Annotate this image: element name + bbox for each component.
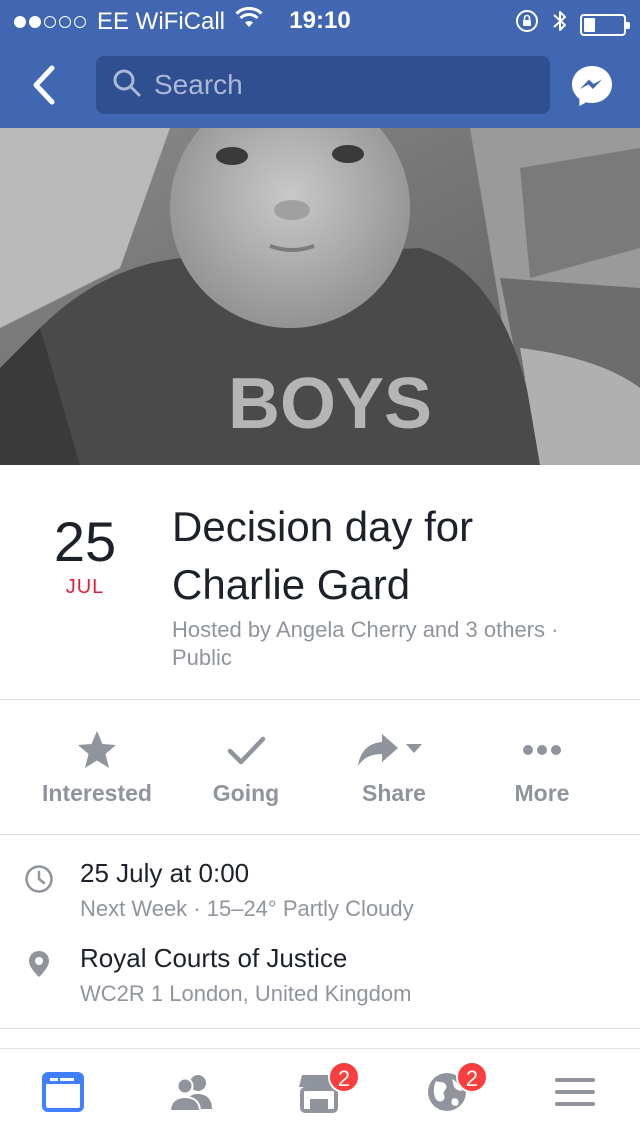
- location-pin-icon: [24, 949, 54, 979]
- tab-notifications[interactable]: 2: [424, 1061, 488, 1119]
- event-day: 25: [53, 510, 117, 573]
- interested-button[interactable]: Interested: [17, 726, 177, 816]
- event-month: JUL: [65, 576, 105, 598]
- search-icon: [112, 68, 142, 103]
- tab-bar: 2 2: [0, 1048, 640, 1136]
- event-time: 25 July at 0:00: [80, 858, 250, 888]
- divider: [0, 699, 640, 700]
- search-input[interactable]: Search: [96, 56, 550, 114]
- status-right: [514, 8, 630, 41]
- star-icon: [78, 731, 116, 768]
- event-actions: Interested Going Share More: [0, 726, 640, 816]
- going-button[interactable]: Going: [166, 726, 326, 816]
- back-button[interactable]: [22, 60, 66, 110]
- event-address: WC2R 1 London, United Kingdom: [80, 981, 412, 1006]
- battery-level: [584, 17, 595, 32]
- marketplace-badge: 2: [328, 1061, 360, 1093]
- more-label: More: [514, 780, 570, 806]
- navigation-bar: Search: [0, 42, 640, 128]
- shirt-text: BOYS: [228, 364, 432, 444]
- tab-marketplace[interactable]: 2: [296, 1061, 360, 1119]
- messenger-button[interactable]: [570, 64, 614, 108]
- cover-photo[interactable]: BOYS: [0, 128, 640, 465]
- event-date: 25 JUL: [30, 510, 140, 599]
- tab-news-feed[interactable]: [40, 1069, 90, 1119]
- more-icon: [523, 745, 561, 755]
- event-screen: EE WiFiCall 19:10 Search BOYS 25 JUL Dec…: [0, 0, 640, 1136]
- event-hosts[interactable]: Hosted by Angela Cherry and 3 others · P…: [172, 616, 622, 672]
- status-bar: EE WiFiCall 19:10: [0, 0, 640, 42]
- interested-label: Interested: [42, 780, 152, 806]
- menu-icon: [555, 1078, 595, 1106]
- going-label: Going: [212, 780, 280, 806]
- orientation-lock-icon: [514, 8, 540, 41]
- messenger-icon: [572, 66, 612, 106]
- share-icon: [358, 734, 422, 766]
- tab-friends[interactable]: [168, 1069, 218, 1119]
- chevron-left-icon: [33, 65, 55, 105]
- event-venue: Royal Courts of Justice: [80, 943, 348, 973]
- more-button[interactable]: More: [462, 726, 622, 816]
- friends-icon: [168, 1075, 212, 1112]
- share-label: Share: [362, 780, 426, 806]
- notifications-badge: 2: [456, 1061, 488, 1093]
- search-placeholder: Search: [154, 69, 243, 100]
- bluetooth-icon: [552, 8, 568, 41]
- check-icon: [227, 736, 266, 765]
- tab-menu[interactable]: [552, 1069, 602, 1119]
- battery-icon: [580, 13, 630, 36]
- news-feed-icon: [42, 1072, 84, 1112]
- divider: [0, 1028, 640, 1029]
- event-weather: Next Week · 15–24° Partly Cloudy: [80, 896, 414, 921]
- share-button[interactable]: Share: [314, 726, 474, 816]
- divider: [0, 834, 640, 835]
- clock-icon: [24, 864, 54, 894]
- event-title: Decision day for Charlie Gard: [172, 503, 474, 608]
- cover-image: BOYS: [0, 128, 640, 465]
